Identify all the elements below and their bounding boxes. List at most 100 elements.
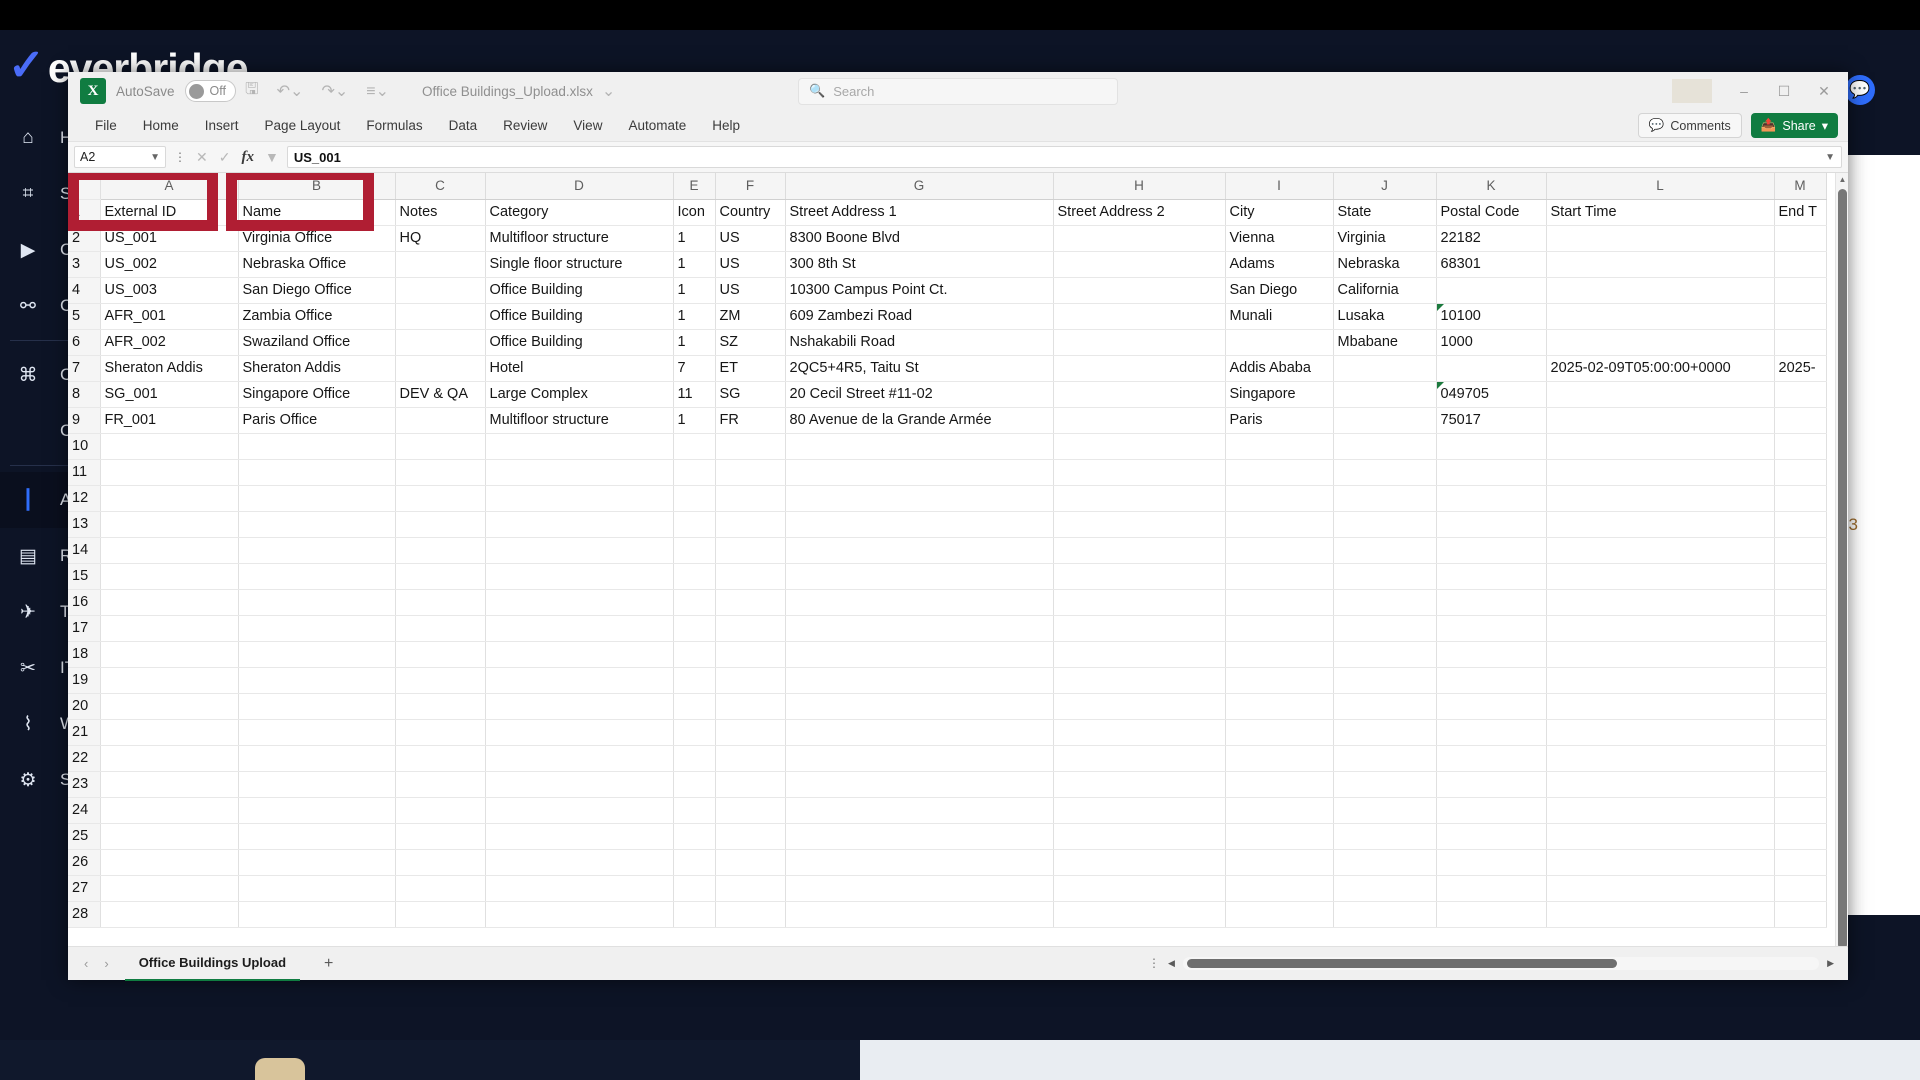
cell-B3[interactable]: Nebraska Office (238, 251, 396, 278)
cell-G22[interactable] (785, 745, 1054, 772)
cell-M26[interactable] (1774, 849, 1827, 876)
cell-C18[interactable] (395, 641, 486, 668)
cell-F23[interactable] (715, 771, 786, 798)
cell-J9[interactable] (1333, 407, 1437, 434)
cell-M12[interactable] (1774, 485, 1827, 512)
row-header-9[interactable]: 9 (68, 407, 101, 434)
cell-D13[interactable] (485, 511, 674, 538)
cell-F21[interactable] (715, 719, 786, 746)
cell-H11[interactable] (1053, 459, 1226, 486)
cell-E12[interactable] (673, 485, 716, 512)
row-header-27[interactable]: 27 (68, 875, 101, 902)
table-row[interactable]: 7 Sheraton Addis Sheraton Addis Hotel 7 ET 2QC… (68, 355, 1827, 382)
table-row[interactable]: 13 (68, 511, 1827, 538)
row-header-2[interactable]: 2 (68, 225, 101, 252)
cell-K14[interactable] (1436, 537, 1547, 564)
cell-D24[interactable] (485, 797, 674, 824)
cell-A6[interactable]: AFR_002 (100, 329, 239, 356)
row-header-10[interactable]: 10 (68, 433, 101, 460)
cell-J1[interactable]: State (1333, 199, 1437, 226)
cell-K8[interactable]: 049705 (1436, 381, 1547, 408)
cell-M9[interactable] (1774, 407, 1827, 434)
cell-E16[interactable] (673, 589, 716, 616)
cell-K3[interactable]: 68301 (1436, 251, 1547, 278)
cell-C6[interactable] (395, 329, 486, 356)
cell-J15[interactable] (1333, 563, 1437, 590)
cell-K28[interactable] (1436, 901, 1547, 928)
row-header-19[interactable]: 19 (68, 667, 101, 694)
cell-I14[interactable] (1225, 537, 1334, 564)
cell-G9[interactable]: 80 Avenue de la Grande Armée (785, 407, 1054, 434)
tab-formulas[interactable]: Formulas (353, 110, 435, 142)
table-row[interactable]: 28 (68, 901, 1827, 928)
cell-L28[interactable] (1546, 901, 1775, 928)
column-header-E[interactable]: E (673, 173, 716, 200)
table-row[interactable]: 14 (68, 537, 1827, 564)
cell-M11[interactable] (1774, 459, 1827, 486)
cell-L3[interactable] (1546, 251, 1775, 278)
cell-M28[interactable] (1774, 901, 1827, 928)
cell-E25[interactable] (673, 823, 716, 850)
cell-J7[interactable] (1333, 355, 1437, 382)
cell-D6[interactable]: Office Building (485, 329, 674, 356)
cell-B9[interactable]: Paris Office (238, 407, 396, 434)
row-header-24[interactable]: 24 (68, 797, 101, 824)
cell-E19[interactable] (673, 667, 716, 694)
cell-D16[interactable] (485, 589, 674, 616)
cell-J28[interactable] (1333, 901, 1437, 928)
cell-C1[interactable]: Notes (395, 199, 486, 226)
cell-K16[interactable] (1436, 589, 1547, 616)
cell-L5[interactable] (1546, 303, 1775, 330)
cell-C21[interactable] (395, 719, 486, 746)
cell-H21[interactable] (1053, 719, 1226, 746)
cell-K23[interactable] (1436, 771, 1547, 798)
undo-icon[interactable]: ↶⌄ (277, 81, 304, 101)
cell-I12[interactable] (1225, 485, 1334, 512)
cell-C14[interactable] (395, 537, 486, 564)
cell-M18[interactable] (1774, 641, 1827, 668)
chevron-right-icon[interactable]: › (104, 956, 108, 971)
vertical-scrollbar[interactable]: ▲ (1835, 173, 1848, 946)
cell-B15[interactable] (238, 563, 396, 590)
cell-H19[interactable] (1053, 667, 1226, 694)
cell-H22[interactable] (1053, 745, 1226, 772)
cell-A21[interactable] (100, 719, 239, 746)
cell-A20[interactable] (100, 693, 239, 720)
scroll-right-icon[interactable]: ▶ (1827, 958, 1834, 969)
cell-I16[interactable] (1225, 589, 1334, 616)
cell-A27[interactable] (100, 875, 239, 902)
cell-F3[interactable]: US (715, 251, 786, 278)
cell-B11[interactable] (238, 459, 396, 486)
cell-M5[interactable] (1774, 303, 1827, 330)
cell-A3[interactable]: US_002 (100, 251, 239, 278)
cell-H23[interactable] (1053, 771, 1226, 798)
cell-B28[interactable] (238, 901, 396, 928)
split-handle-icon[interactable]: ⋮ (1148, 956, 1160, 970)
cell-K13[interactable] (1436, 511, 1547, 538)
cell-E2[interactable]: 1 (673, 225, 716, 252)
cell-L16[interactable] (1546, 589, 1775, 616)
cell-D19[interactable] (485, 667, 674, 694)
cell-E14[interactable] (673, 537, 716, 564)
cell-D12[interactable] (485, 485, 674, 512)
table-row[interactable]: 8 SG_001 Singapore Office DEV & QA Large Com… (68, 381, 1827, 408)
cell-M20[interactable] (1774, 693, 1827, 720)
column-header-H[interactable]: H (1053, 173, 1226, 200)
sheet-tab-office-buildings-upload[interactable]: Office Buildings Upload (124, 946, 301, 981)
cell-E22[interactable] (673, 745, 716, 772)
cell-D3[interactable]: Single floor structure (485, 251, 674, 278)
cell-J6[interactable]: Mbabane (1333, 329, 1437, 356)
cell-L17[interactable] (1546, 615, 1775, 642)
cell-C27[interactable] (395, 875, 486, 902)
cell-H15[interactable] (1053, 563, 1226, 590)
cell-E10[interactable] (673, 433, 716, 460)
cell-F25[interactable] (715, 823, 786, 850)
row-header-8[interactable]: 8 (68, 381, 101, 408)
cell-J27[interactable] (1333, 875, 1437, 902)
row-header-15[interactable]: 15 (68, 563, 101, 590)
cell-C24[interactable] (395, 797, 486, 824)
cell-B25[interactable] (238, 823, 396, 850)
cell-D25[interactable] (485, 823, 674, 850)
cell-F20[interactable] (715, 693, 786, 720)
cell-E6[interactable]: 1 (673, 329, 716, 356)
